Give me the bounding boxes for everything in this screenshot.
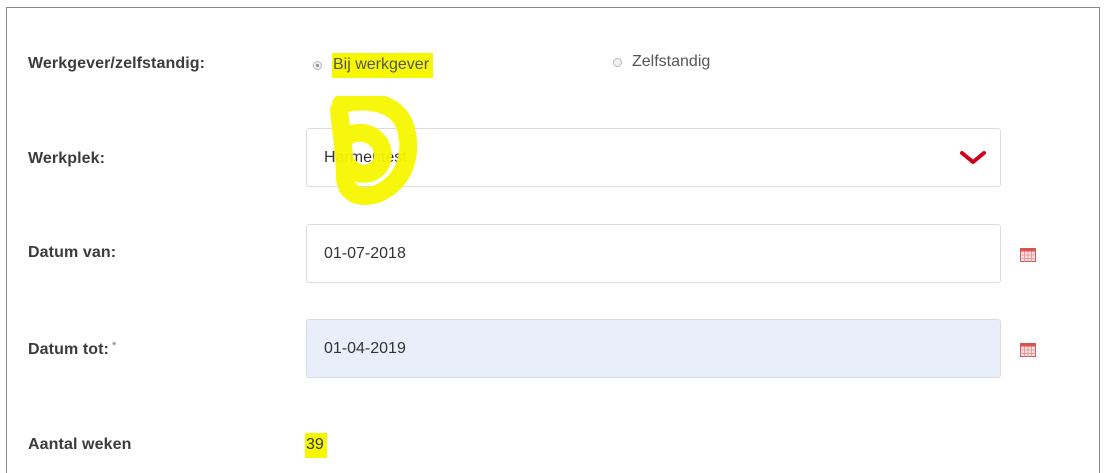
calendar-icon[interactable] (1020, 248, 1036, 262)
date-to-label: Datum tot: * (28, 340, 117, 359)
workplace-select[interactable]: Harmentest (306, 128, 1001, 187)
radio-zelfstandig[interactable]: Zelfstandig (613, 53, 710, 71)
date-to-input[interactable]: 01-04-2019 (306, 319, 1001, 378)
date-from-value: 01-07-2018 (324, 244, 406, 262)
radio-selected-icon[interactable] (313, 61, 322, 70)
radio-bij-werkgever-label: Bij werkgever (332, 53, 434, 78)
date-to-value: 01-04-2019 (324, 339, 406, 357)
radio-zelfstandig-label: Zelfstandig (632, 53, 711, 70)
chevron-down-icon[interactable] (960, 151, 986, 165)
weeks-label: Aantal weken (28, 436, 132, 453)
form-panel: Werkgever/zelfstandig: Bij werkgever Zel… (6, 7, 1100, 473)
weeks-value: 39 (305, 433, 327, 458)
calendar-icon[interactable] (1020, 343, 1036, 357)
employer-label: Werkgever/zelfstandig: (28, 55, 206, 72)
date-to-label-text: Datum tot: (28, 341, 109, 358)
date-from-input[interactable]: 01-07-2018 (306, 224, 1001, 283)
workplace-select-value: Harmentest (324, 148, 407, 166)
date-from-label: Datum van: (28, 244, 117, 261)
workplace-label: Werkplek: (28, 150, 106, 167)
radio-bij-werkgever[interactable]: Bij werkgever (313, 53, 434, 78)
radio-unselected-icon[interactable] (613, 57, 622, 67)
required-mark: * (111, 340, 117, 352)
